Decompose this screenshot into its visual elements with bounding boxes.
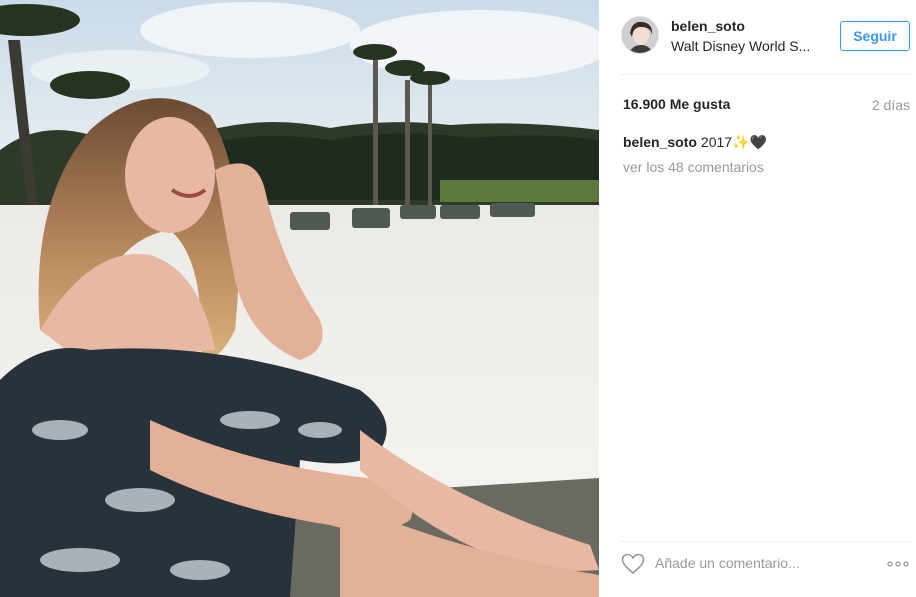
comment-bar [621,541,916,579]
header-divider [621,74,910,75]
username-link[interactable]: belen_soto [671,18,745,34]
caption: belen_soto 2017✨🖤 [623,134,767,151]
post-header: belen_soto Walt Disney World S... Seguir [599,0,916,75]
post-details-panel: belen_soto Walt Disney World S... Seguir… [599,0,916,597]
beach-photo-illustration [0,0,599,597]
likes-count[interactable]: 16.900 Me gusta [623,96,730,112]
post-time[interactable]: 2 días [872,97,910,113]
comment-bar-divider [621,541,910,542]
post-photo[interactable] [0,0,599,597]
avatar-image [622,17,658,53]
caption-username[interactable]: belen_soto [623,134,697,150]
caption-text: 2017✨🖤 [700,134,767,150]
location-link[interactable]: Walt Disney World S... [671,38,821,54]
avatar[interactable] [621,16,659,54]
more-options-icon[interactable] [886,553,910,575]
follow-button[interactable]: Seguir [840,21,910,51]
view-comments-link[interactable]: ver los 48 comentarios [623,159,764,175]
heart-outline-icon[interactable] [621,553,645,575]
comment-input[interactable] [655,552,865,574]
